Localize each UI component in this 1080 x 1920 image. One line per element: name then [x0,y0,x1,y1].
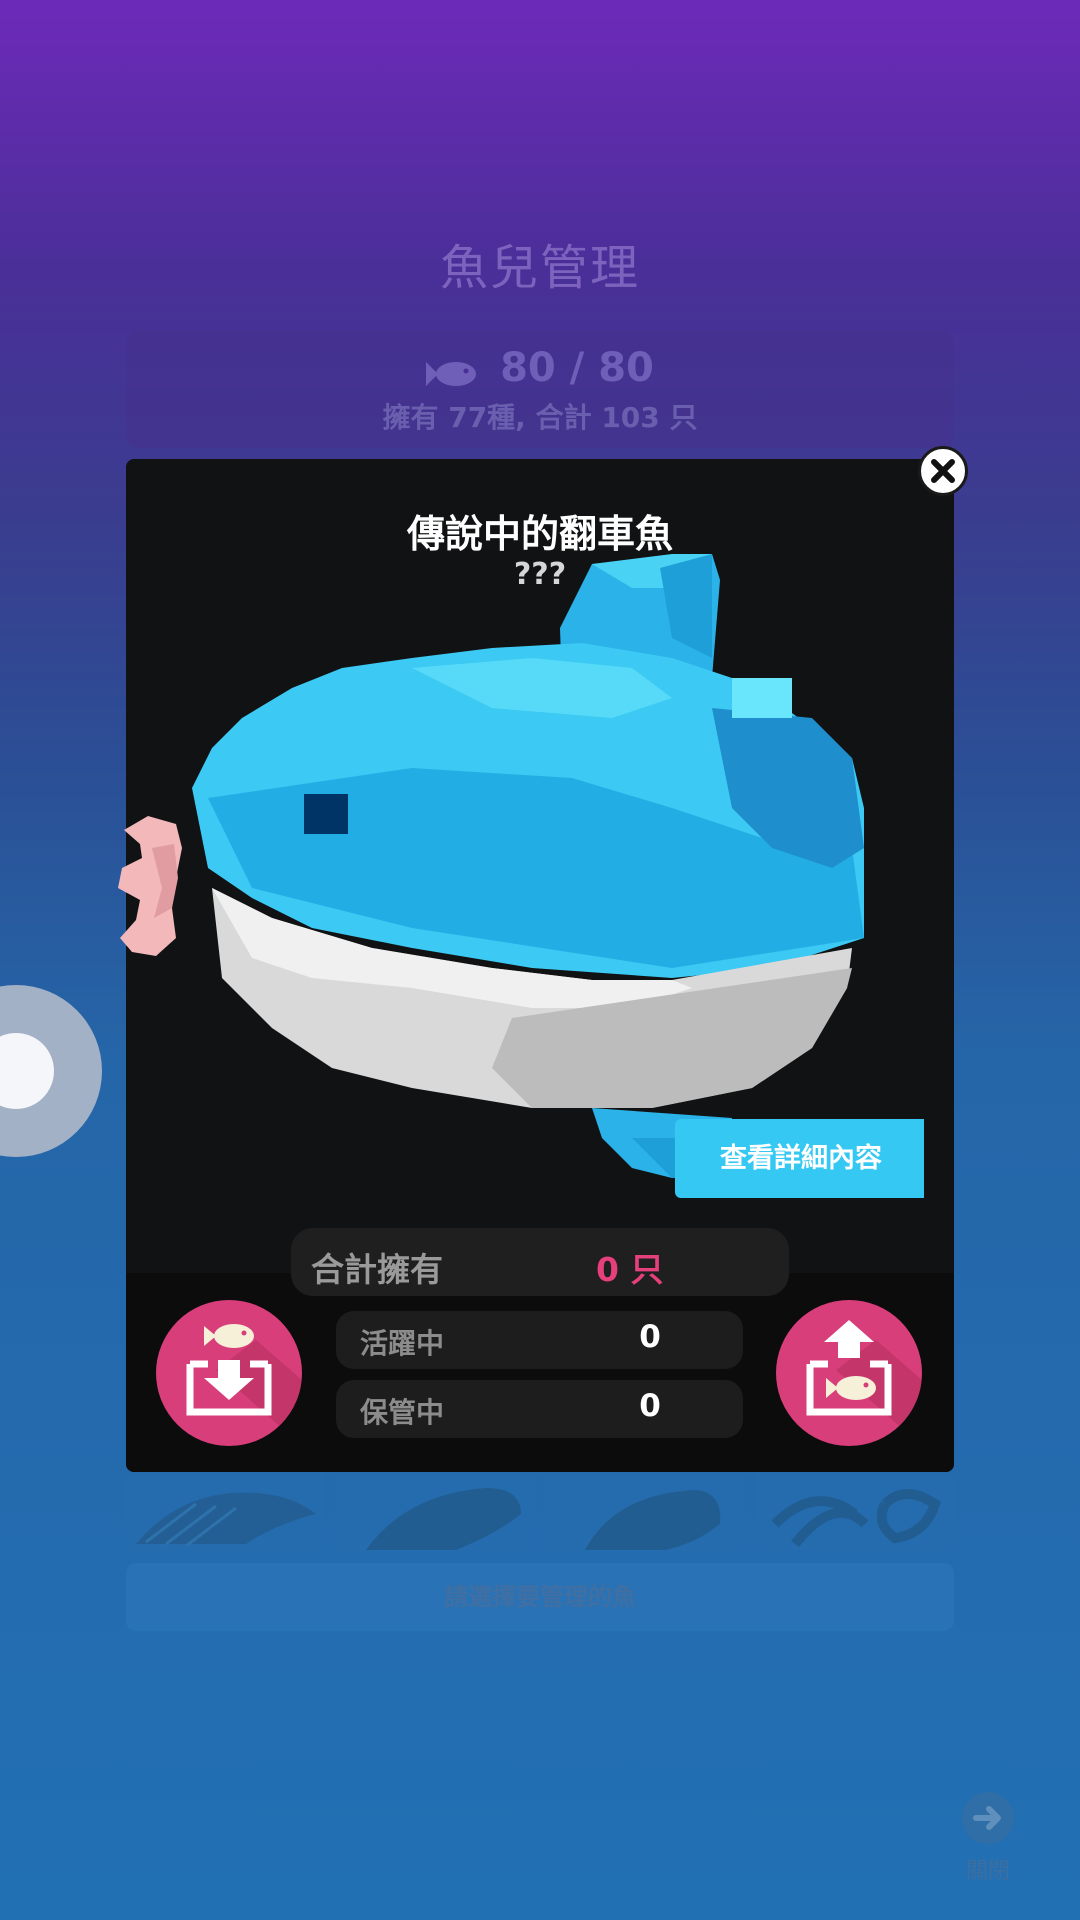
stored-value: 0 [639,1388,661,1424]
sunfish-image [118,554,864,1178]
virtual-joystick[interactable] [0,985,102,1157]
total-owned-label: 合計擁有 [311,1250,443,1289]
total-owned-value: 0 只 [596,1250,664,1289]
select-fish-hint: 請選擇要管理的魚 [126,1563,954,1631]
fish-count-value: 80 / 80 [500,345,654,391]
stored-label: 保管中 [360,1396,445,1429]
view-details-button[interactable]: 查看詳細內容 [675,1119,924,1198]
fish-thumbnail[interactable] [754,1474,954,1550]
fish-count: 80 / 80 [0,345,1080,391]
fish-thumbnail[interactable] [126,1474,326,1550]
screen: 魚兒管理 80 / 80 擁有 77種, 合計 103 只 請選擇要管理的魚 關… [0,0,1080,1920]
fish-thumbnail[interactable] [335,1474,535,1550]
fish-thumbnail-row [126,1474,954,1550]
active-value: 0 [639,1319,661,1355]
store-fish-button[interactable] [156,1300,302,1446]
close-screen-label: 關閉 [965,1859,1010,1884]
active-label: 活躍中 [360,1327,445,1360]
close-icon[interactable] [918,446,968,496]
page-title: 魚兒管理 [439,240,640,296]
fish-thumbnail[interactable] [545,1474,745,1550]
fish-icon [426,354,478,386]
release-fish-icon [806,1320,892,1416]
arrow-right-icon[interactable] [962,1792,1014,1844]
fish-summary: 擁有 77種, 合計 103 只 [382,401,698,434]
joystick-knob[interactable] [0,1033,54,1109]
store-fish-icon [186,1324,272,1416]
release-fish-button[interactable] [776,1300,922,1446]
